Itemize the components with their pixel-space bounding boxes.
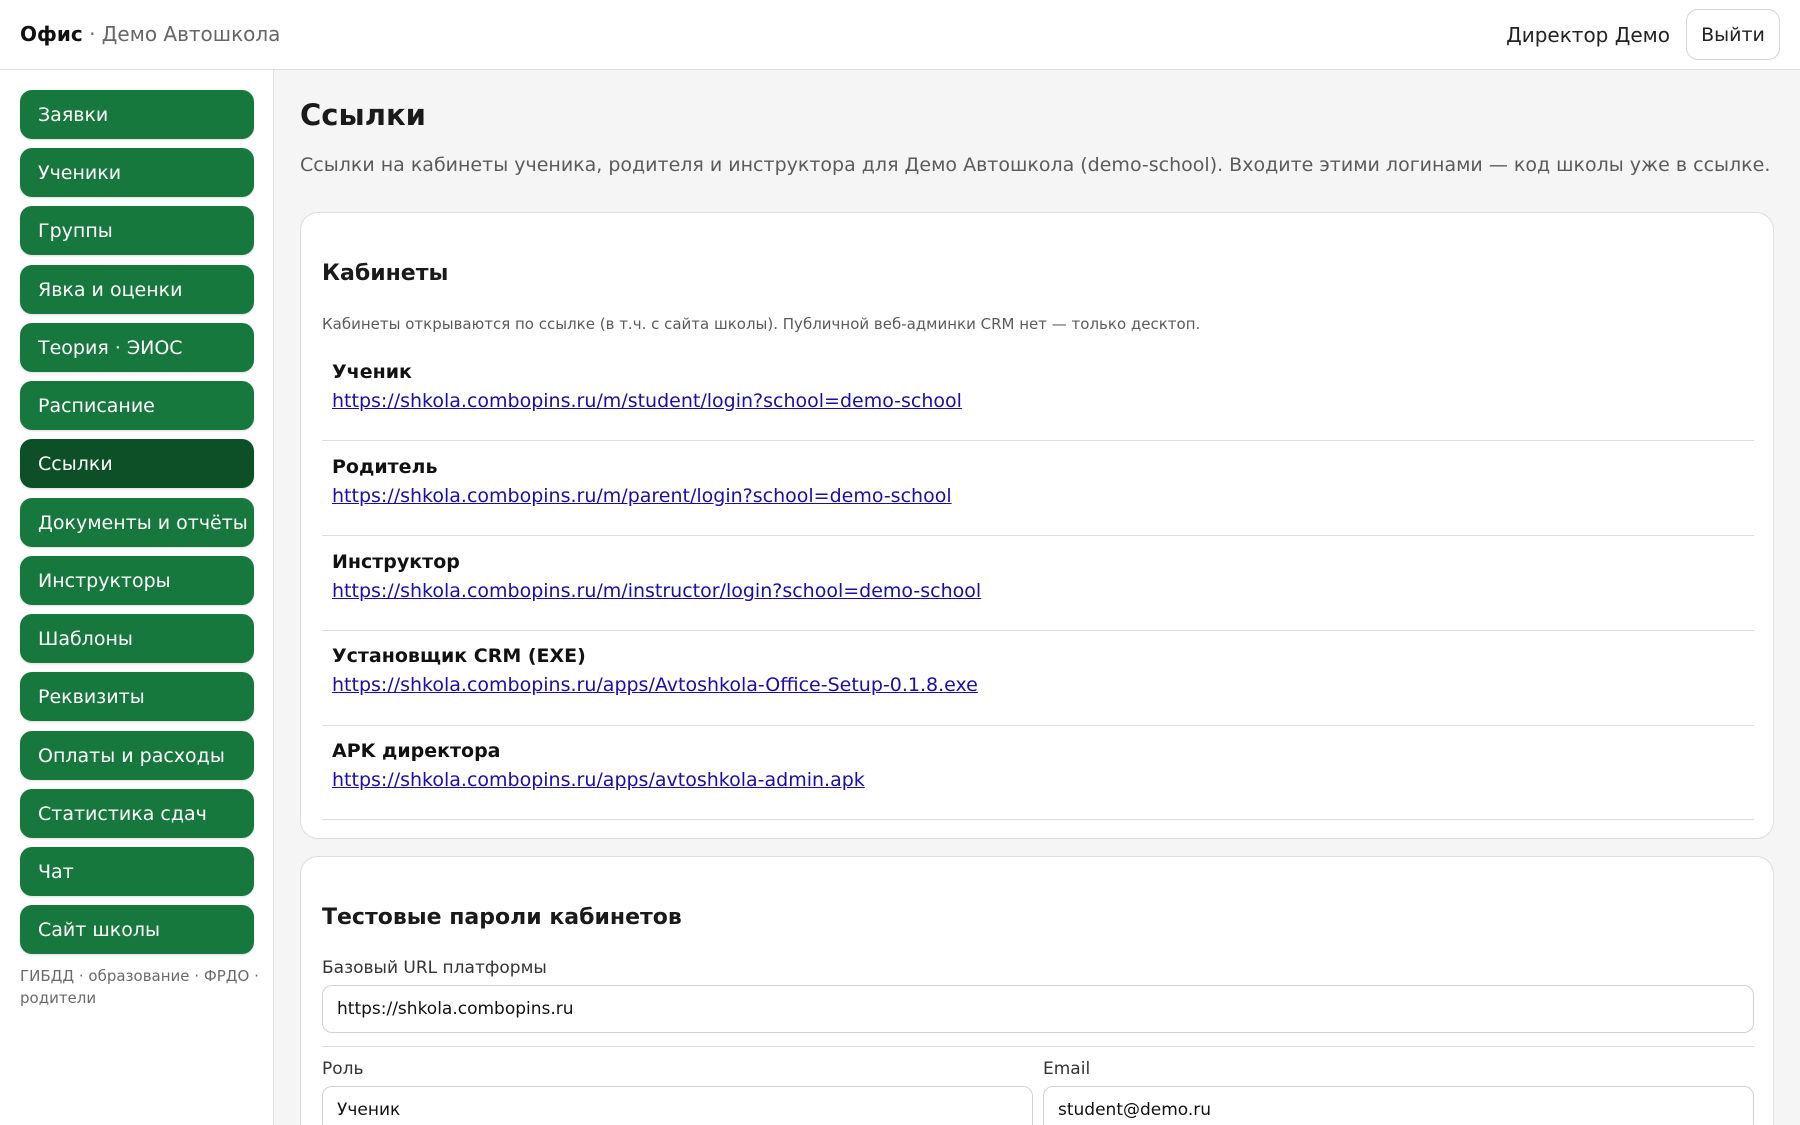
test-passwords-title: Тестовые пароли кабинетов bbox=[322, 905, 682, 930]
link-label-parent: Родитель bbox=[332, 456, 438, 478]
link-parent[interactable]: https://shkola.combopins.ru/m/parent/log… bbox=[332, 485, 952, 507]
role-field[interactable] bbox=[322, 1086, 1033, 1125]
brand-school-name: Демо Автошкола bbox=[101, 22, 281, 46]
sidebar-item-school-site[interactable]: Сайт школы bbox=[20, 905, 254, 954]
section-divider bbox=[322, 1046, 1754, 1047]
cabinets-note: Кабинеты открываются по ссылке (в т.ч. с… bbox=[322, 315, 1201, 333]
top-bar: Офис · Демо Автошкола Директор Демо Выйт… bbox=[0, 0, 1800, 70]
link-row-instructor: Инструктор https://shkola.combopins.ru/m… bbox=[322, 551, 1754, 631]
sidebar: Заявки Ученики Группы Явка и оценки Теор… bbox=[0, 70, 274, 1125]
sidebar-item-exam-stats[interactable]: Статистика сдач bbox=[20, 789, 254, 838]
link-label-instructor: Инструктор bbox=[332, 551, 460, 573]
sidebar-item-chat[interactable]: Чат bbox=[20, 847, 254, 896]
sidebar-item-links[interactable]: Ссылки bbox=[20, 439, 254, 488]
link-student[interactable]: https://shkola.combopins.ru/m/student/lo… bbox=[332, 390, 962, 412]
link-director-apk[interactable]: https://shkola.combopins.ru/apps/avtoshk… bbox=[332, 769, 865, 791]
cabinets-card: Кабинеты Кабинеты открываются по ссылке … bbox=[300, 212, 1774, 839]
base-url-field[interactable] bbox=[322, 985, 1754, 1033]
sidebar-item-groups[interactable]: Группы bbox=[20, 206, 254, 255]
main-content: Ссылки Ссылки на кабинеты ученика, родит… bbox=[275, 70, 1800, 1125]
brand-separator: · bbox=[89, 22, 96, 46]
sidebar-item-requests[interactable]: Заявки bbox=[20, 90, 254, 139]
link-row-director-apk: APK директора https://shkola.combopins.r… bbox=[322, 740, 1754, 820]
sidebar-item-theory[interactable]: Теория · ЭИОС bbox=[20, 323, 254, 372]
sidebar-item-documents[interactable]: Документы и отчёты bbox=[20, 498, 254, 547]
test-passwords-card: Тестовые пароли кабинетов Базовый URL пл… bbox=[300, 856, 1774, 1125]
cabinets-title: Кабинеты bbox=[322, 261, 449, 286]
sidebar-item-attendance[interactable]: Явка и оценки bbox=[20, 265, 254, 314]
link-row-parent: Родитель https://shkola.combopins.ru/m/p… bbox=[322, 456, 1754, 536]
link-instructor[interactable]: https://shkola.combopins.ru/m/instructor… bbox=[332, 580, 981, 602]
link-row-crm-installer: Установщик CRM (EXE) https://shkola.comb… bbox=[322, 645, 1754, 726]
brand-title: Офис bbox=[20, 22, 83, 46]
sidebar-item-payments[interactable]: Оплаты и расходы bbox=[20, 731, 254, 780]
logout-button[interactable]: Выйти bbox=[1686, 9, 1780, 60]
sidebar-item-instructors[interactable]: Инструкторы bbox=[20, 556, 254, 605]
link-label-crm-installer: Установщик CRM (EXE) bbox=[332, 645, 586, 667]
brand: Офис · Демо Автошкола bbox=[20, 22, 280, 46]
sidebar-item-requisites[interactable]: Реквизиты bbox=[20, 672, 254, 721]
sidebar-item-templates[interactable]: Шаблоны bbox=[20, 614, 254, 663]
email-label: Email bbox=[1043, 1059, 1091, 1079]
base-url-label: Базовый URL платформы bbox=[322, 958, 547, 978]
sidebar-item-students[interactable]: Ученики bbox=[20, 148, 254, 197]
sidebar-footer: ГИБДД · образование · ФРДО · родители bbox=[20, 967, 259, 1007]
page-title: Ссылки bbox=[300, 98, 426, 132]
role-label: Роль bbox=[322, 1059, 364, 1079]
link-crm-installer[interactable]: https://shkola.combopins.ru/apps/Avtoshk… bbox=[332, 674, 978, 696]
link-label-director-apk: APK директора bbox=[332, 740, 501, 762]
sidebar-item-schedule[interactable]: Расписание bbox=[20, 381, 254, 430]
link-label-student: Ученик bbox=[332, 361, 412, 383]
page-description: Ссылки на кабинеты ученика, родителя и и… bbox=[300, 154, 1771, 176]
link-row-student: Ученик https://shkola.combopins.ru/m/stu… bbox=[322, 361, 1754, 441]
email-field[interactable] bbox=[1043, 1086, 1754, 1125]
current-user-name: Директор Демо bbox=[1506, 23, 1670, 47]
